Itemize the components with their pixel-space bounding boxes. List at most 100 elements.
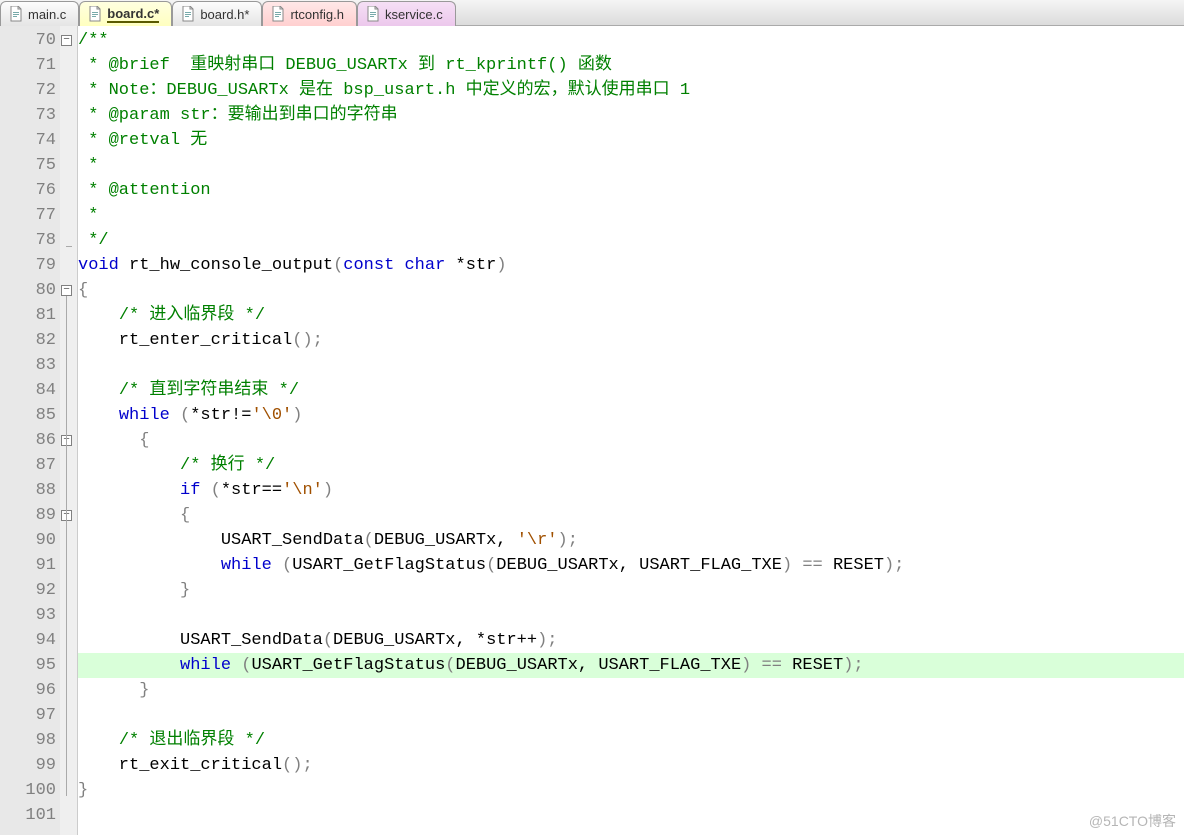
code-line[interactable]: * (78, 203, 1184, 228)
code-token: while (180, 656, 231, 675)
code-token (78, 381, 119, 400)
code-line[interactable]: rt_enter_critical(); (78, 328, 1184, 353)
file-icon (181, 6, 195, 22)
line-number: 90 (0, 528, 56, 553)
code-token: */ (78, 231, 109, 250)
fold-guide (66, 296, 67, 796)
line-number: 99 (0, 753, 56, 778)
code-line[interactable]: * @param str：要输出到串口的字符串 (78, 103, 1184, 128)
code-token: ( (445, 656, 455, 675)
code-line[interactable]: while (USART_GetFlagStatus(DEBUG_USARTx,… (78, 553, 1184, 578)
file-icon (366, 6, 380, 22)
code-token: void (78, 256, 119, 275)
code-token: ( (364, 531, 374, 550)
code-line[interactable]: */ (78, 228, 1184, 253)
code-token: /* 进入临界段 */ (119, 306, 265, 325)
fold-end-marker (66, 246, 72, 247)
code-line[interactable]: { (78, 428, 1184, 453)
code-line[interactable]: /* 直到字符串结束 */ (78, 378, 1184, 403)
code-token: { (78, 281, 88, 300)
code-line[interactable]: if (*str=='\n') (78, 478, 1184, 503)
line-number: 72 (0, 78, 56, 103)
tab-rtconfig-h[interactable]: rtconfig.h (262, 1, 356, 26)
code-token: ( (282, 556, 292, 575)
code-line[interactable]: * (78, 153, 1184, 178)
code-token: ); (537, 631, 557, 650)
code-line[interactable]: } (78, 778, 1184, 803)
line-number: 85 (0, 403, 56, 428)
line-number: 89 (0, 503, 56, 528)
code-line[interactable]: * Note：DEBUG_USARTx 是在 bsp_usart.h 中定义的宏… (78, 78, 1184, 103)
code-line[interactable]: { (78, 278, 1184, 303)
code-line[interactable]: } (78, 678, 1184, 703)
code-line[interactable]: USART_SendData(DEBUG_USARTx, '\r'); (78, 528, 1184, 553)
code-token (170, 406, 180, 425)
tab-bar: main.c board.c* board.h* rtconfig.h kservice… (0, 0, 1184, 26)
code-line[interactable]: while (*str!='\0') (78, 403, 1184, 428)
code-line[interactable] (78, 353, 1184, 378)
code-token: * Note：DEBUG_USARTx 是在 bsp_usart.h 中定义的宏… (78, 81, 690, 100)
line-number: 93 (0, 603, 56, 628)
line-number: 94 (0, 628, 56, 653)
line-number: 95 (0, 653, 56, 678)
code-line[interactable]: { (78, 503, 1184, 528)
tab-label: board.c* (107, 6, 159, 23)
code-token: while (119, 406, 170, 425)
code-token: ); (884, 556, 904, 575)
tab-kservice-c[interactable]: kservice.c (357, 1, 456, 26)
code-token: { (78, 431, 149, 450)
code-token: ( (211, 481, 221, 500)
code-token: ); (843, 656, 863, 675)
code-token: DEBUG_USARTx, USART_FLAG_TXE (456, 656, 742, 675)
tab-main-c[interactable]: main.c (0, 1, 79, 26)
code-token: } (78, 581, 190, 600)
code-line[interactable]: while (USART_GetFlagStatus(DEBUG_USARTx,… (78, 653, 1184, 678)
code-token: * @param str：要输出到串口的字符串 (78, 106, 398, 125)
tab-label: board.h* (200, 7, 249, 22)
fold-toggle-icon[interactable]: − (61, 35, 72, 46)
code-line[interactable]: USART_SendData(DEBUG_USARTx, *str++); (78, 628, 1184, 653)
code-line[interactable]: } (78, 578, 1184, 603)
code-line[interactable] (78, 703, 1184, 728)
fold-toggle-icon[interactable]: − (61, 285, 72, 296)
code-token: ) == (741, 656, 792, 675)
code-view[interactable]: /** * @brief 重映射串口 DEBUG_USARTx 到 rt_kpr… (78, 26, 1184, 835)
code-token: * @retval 无 (78, 131, 207, 150)
code-token: * (78, 206, 98, 225)
code-token: /* 换行 */ (180, 456, 275, 475)
line-number: 82 (0, 328, 56, 353)
code-line[interactable]: * @attention (78, 178, 1184, 203)
tab-label: rtconfig.h (290, 7, 343, 22)
line-number: 71 (0, 53, 56, 78)
code-line[interactable]: /* 进入临界段 */ (78, 303, 1184, 328)
code-line[interactable]: /* 换行 */ (78, 453, 1184, 478)
tab-board-c-[interactable]: board.c* (79, 1, 172, 26)
code-token: ( (323, 631, 333, 650)
code-token: *str== (221, 481, 282, 500)
line-number: 101 (0, 803, 56, 828)
code-line[interactable]: /* 退出临界段 */ (78, 728, 1184, 753)
code-line[interactable]: rt_exit_critical(); (78, 753, 1184, 778)
code-token: ); (558, 531, 578, 550)
code-line[interactable]: * @brief 重映射串口 DEBUG_USARTx 到 rt_kprintf… (78, 53, 1184, 78)
line-number: 98 (0, 728, 56, 753)
line-number: 88 (0, 478, 56, 503)
code-line[interactable] (78, 803, 1184, 828)
code-line[interactable] (78, 603, 1184, 628)
line-number: 74 (0, 128, 56, 153)
code-token: DEBUG_USARTx, USART_FLAG_TXE (496, 556, 782, 575)
code-token: ) == (782, 556, 833, 575)
tab-board-h-[interactable]: board.h* (172, 1, 262, 26)
code-token: } (78, 681, 149, 700)
code-token (78, 556, 221, 575)
line-number: 79 (0, 253, 56, 278)
code-token: while (221, 556, 272, 575)
code-token (394, 256, 404, 275)
code-token: const (343, 256, 394, 275)
code-line[interactable]: * @retval 无 (78, 128, 1184, 153)
code-token: USART_GetFlagStatus (251, 656, 445, 675)
code-line[interactable]: /** (78, 28, 1184, 53)
line-number: 70 (0, 28, 56, 53)
code-line[interactable]: void rt_hw_console_output(const char *st… (78, 253, 1184, 278)
code-token: * (78, 156, 98, 175)
